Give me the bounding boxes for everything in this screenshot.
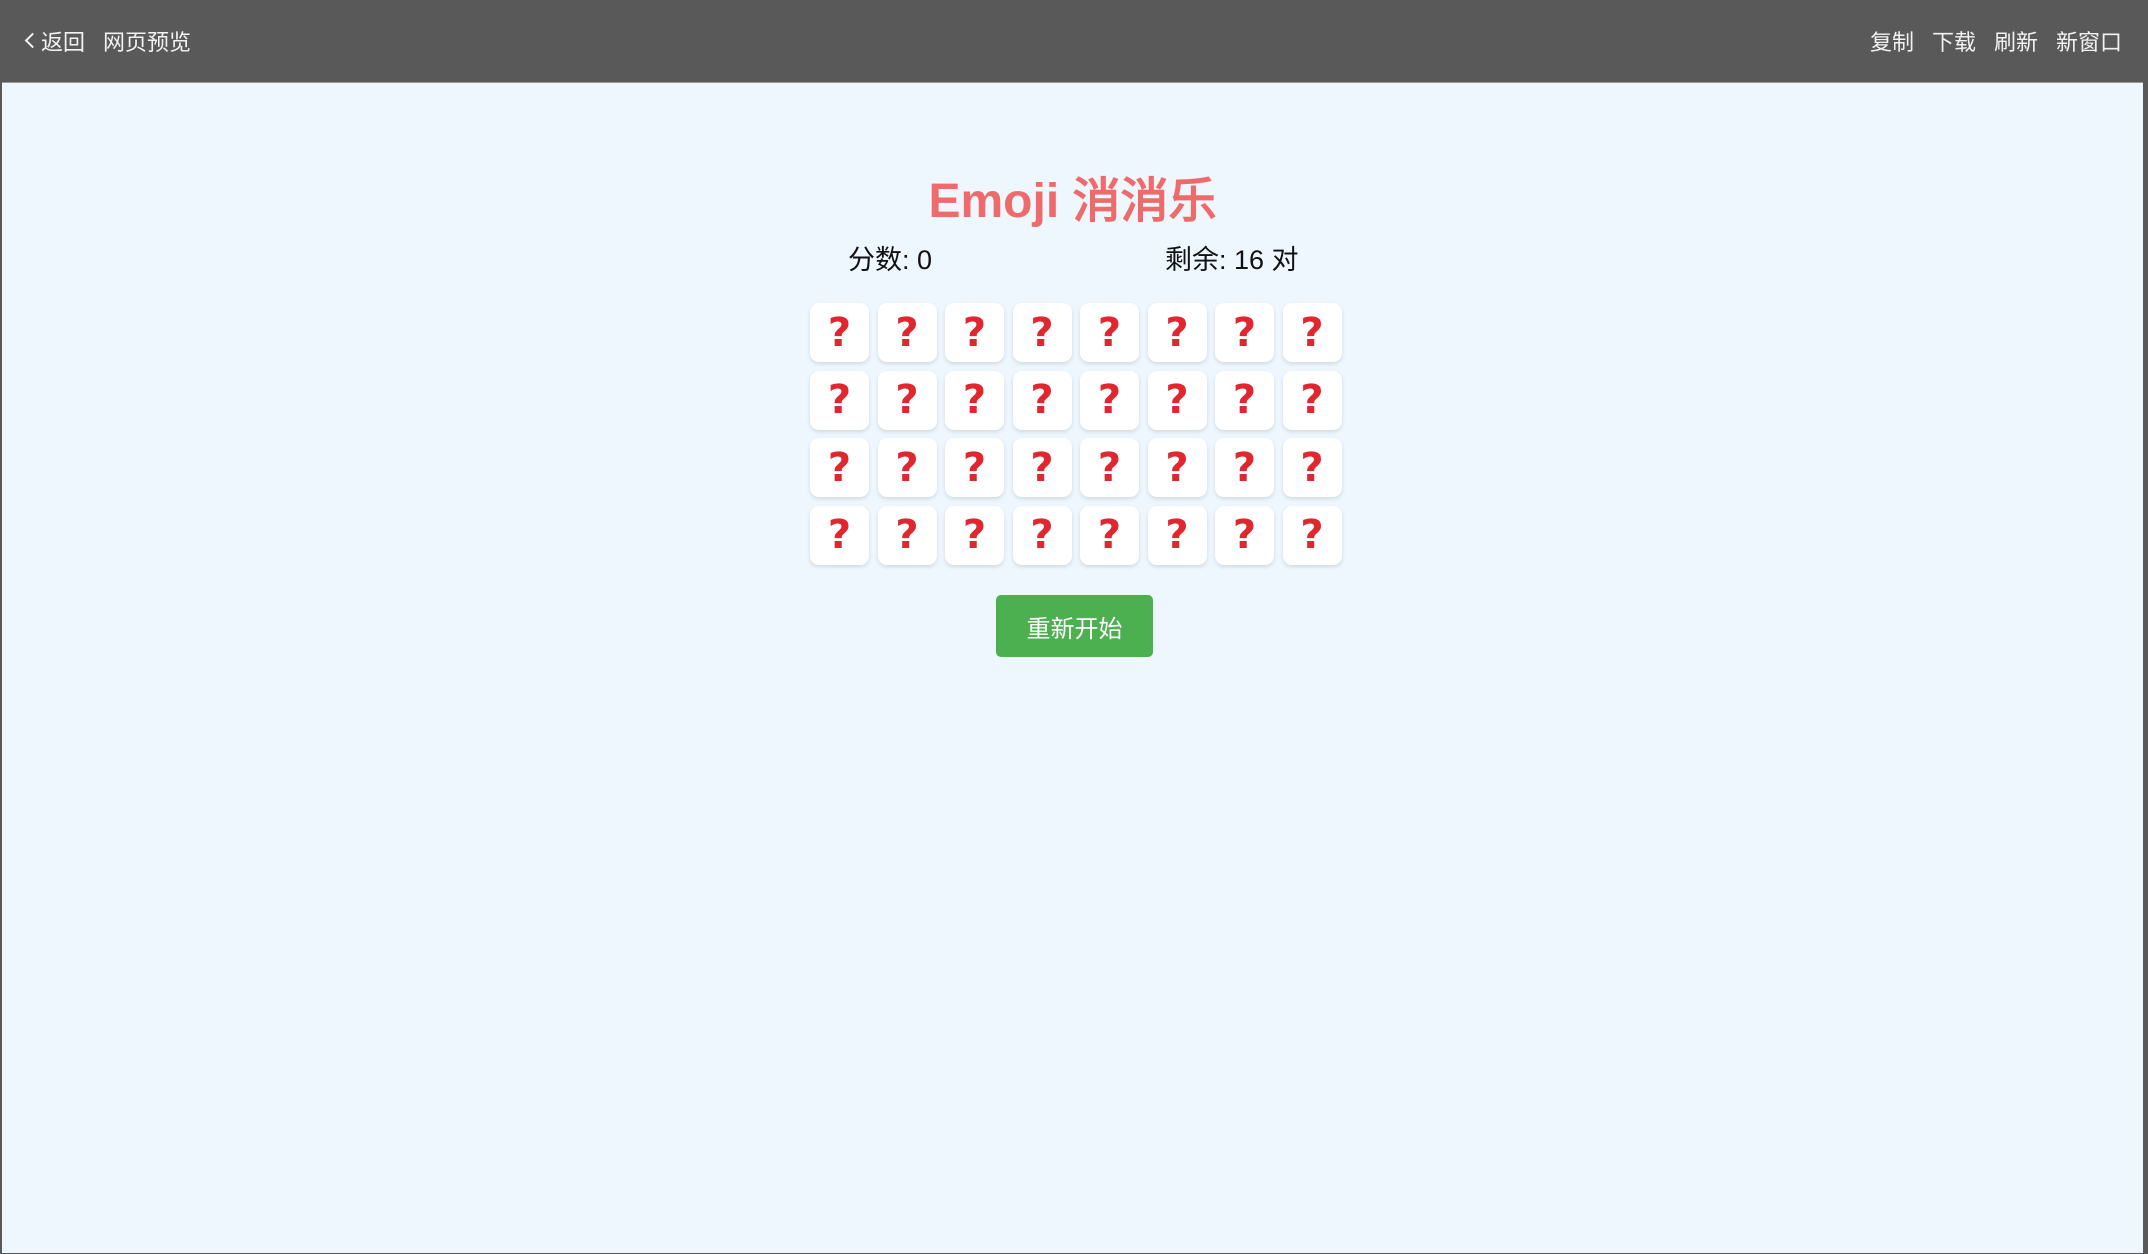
red-question-mark-icon: ? <box>895 309 919 356</box>
back-button[interactable]: 返回 <box>24 25 85 57</box>
remaining-pairs-display: 剩余: 16 对 <box>1165 245 1299 275</box>
memory-card[interactable]: ? <box>1282 303 1342 362</box>
memory-card[interactable]: ? <box>810 438 869 497</box>
red-question-mark-icon: ? <box>1097 377 1122 423</box>
preview-frame: Emoji 消消乐 分数: 0 剩余: 16 对 ???????????????… <box>2 82 2143 1253</box>
memory-card[interactable]: ? <box>1012 505 1072 565</box>
memory-card[interactable]: ? <box>1147 505 1207 565</box>
red-question-mark-icon: ? <box>827 512 852 558</box>
memory-card[interactable]: ? <box>877 303 937 362</box>
red-question-mark-icon: ? <box>1232 512 1257 558</box>
memory-card[interactable]: ? <box>945 505 1004 565</box>
memory-card[interactable]: ? <box>1147 303 1207 362</box>
red-question-mark-icon: ? <box>1030 512 1054 558</box>
memory-card[interactable]: ? <box>945 370 1004 430</box>
game-title: Emoji 消消乐 <box>928 175 1217 228</box>
memory-card[interactable]: ? <box>810 370 869 430</box>
memory-card[interactable]: ? <box>1215 303 1274 362</box>
red-question-mark-icon: ? <box>1097 512 1122 558</box>
preview-toolbar: 返回 网页预览 复制 下载 刷新 新窗口 <box>0 0 2148 81</box>
red-question-mark-icon: ? <box>1232 444 1257 491</box>
memory-card[interactable]: ? <box>877 370 937 430</box>
toolbar-actions: 复制 下载 刷新 新窗口 <box>1870 0 2122 81</box>
memory-card[interactable]: ? <box>1282 370 1342 430</box>
memory-card[interactable]: ? <box>1080 505 1139 565</box>
memory-card[interactable]: ? <box>1012 438 1072 497</box>
score-display: 分数: 0 <box>848 245 933 275</box>
red-question-mark-icon: ? <box>1030 377 1054 423</box>
red-question-mark-icon: ? <box>1097 444 1122 491</box>
red-question-mark-icon: ? <box>1165 377 1189 423</box>
memory-card[interactable]: ? <box>1080 303 1139 362</box>
memory-card[interactable]: ? <box>810 303 869 362</box>
red-question-mark-icon: ? <box>1232 309 1257 356</box>
red-question-mark-icon: ? <box>1165 444 1189 491</box>
red-question-mark-icon: ? <box>827 444 852 491</box>
red-question-mark-icon: ? <box>1165 512 1189 558</box>
red-question-mark-icon: ? <box>962 444 987 491</box>
red-question-mark-icon: ? <box>962 512 987 558</box>
red-question-mark-icon: ? <box>1300 512 1324 558</box>
red-question-mark-icon: ? <box>1165 309 1189 356</box>
memory-card[interactable]: ? <box>945 438 1004 497</box>
memory-card[interactable]: ? <box>810 505 869 565</box>
red-question-mark-icon: ? <box>827 309 852 356</box>
memory-card[interactable]: ? <box>1147 370 1207 430</box>
memory-card[interactable]: ? <box>1080 370 1139 430</box>
back-label: 返回 <box>41 30 86 56</box>
memory-card[interactable]: ? <box>1282 438 1342 497</box>
memory-card[interactable]: ? <box>1215 438 1274 497</box>
red-question-mark-icon: ? <box>1030 444 1054 491</box>
memory-card[interactable]: ? <box>877 505 937 565</box>
red-question-mark-icon: ? <box>1300 444 1324 491</box>
memory-card[interactable]: ? <box>1282 505 1342 565</box>
memory-card[interactable]: ? <box>1012 370 1072 430</box>
memory-card[interactable]: ? <box>1215 505 1274 565</box>
memory-card[interactable]: ? <box>1147 438 1207 497</box>
new-window-button[interactable]: 新窗口 <box>2056 25 2122 57</box>
memory-card[interactable]: ? <box>1012 303 1072 362</box>
restart-button[interactable]: 重新开始 <box>996 595 1153 657</box>
download-button[interactable]: 下载 <box>1932 25 1976 57</box>
red-question-mark-icon: ? <box>895 512 919 558</box>
memory-card[interactable]: ? <box>877 438 937 497</box>
toolbar-left: 返回 网页预览 <box>24 0 191 81</box>
red-question-mark-icon: ? <box>1300 377 1324 423</box>
memory-card[interactable]: ? <box>945 303 1004 362</box>
red-question-mark-icon: ? <box>827 377 852 423</box>
red-question-mark-icon: ? <box>895 377 919 423</box>
card-grid: ???????????????????????????????? <box>810 303 1342 565</box>
memory-card[interactable]: ? <box>1080 438 1139 497</box>
red-question-mark-icon: ? <box>962 377 987 423</box>
preview-title: 网页预览 <box>103 30 192 56</box>
memory-card[interactable]: ? <box>1215 370 1274 430</box>
copy-button[interactable]: 复制 <box>1870 25 1914 57</box>
red-question-mark-icon: ? <box>1300 309 1324 356</box>
red-question-mark-icon: ? <box>1097 309 1122 356</box>
refresh-button[interactable]: 刷新 <box>1994 25 2038 57</box>
red-question-mark-icon: ? <box>1030 309 1054 356</box>
chevron-left-icon <box>24 32 41 49</box>
red-question-mark-icon: ? <box>962 309 987 356</box>
red-question-mark-icon: ? <box>895 444 919 491</box>
red-question-mark-icon: ? <box>1232 377 1257 423</box>
